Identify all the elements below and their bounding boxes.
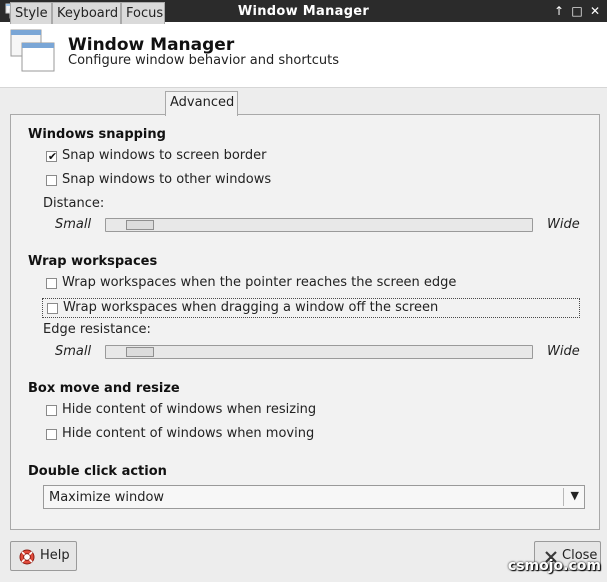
slider-thumb[interactable] (126, 220, 154, 230)
checkbox-box (46, 405, 57, 416)
watermark-text: csmojo.com (507, 558, 601, 574)
close-window-icon[interactable]: ✕ (588, 4, 602, 18)
slider-thumb[interactable] (126, 347, 154, 357)
checkbox-box: ✔ (46, 150, 58, 163)
checkbox-box (46, 278, 57, 289)
distance-label: Distance: (43, 196, 105, 211)
select-separator (563, 488, 564, 506)
check-mark-icon: ✔ (47, 150, 58, 163)
tab-focus[interactable]: Focus (121, 2, 165, 24)
help-lifebuoy-icon (19, 549, 35, 565)
header-title: Window Manager (68, 35, 235, 55)
checkbox-label: Snap windows to screen border (62, 148, 267, 163)
dropdown-arrow-icon[interactable]: ▼ (571, 489, 579, 502)
tab-label: Advanced (170, 95, 235, 110)
edge-resistance-label: Edge resistance: (43, 322, 151, 337)
resistance-min-label: Small (55, 344, 92, 359)
double-click-action-select[interactable]: Maximize window ▼ (43, 485, 585, 509)
pin-icon[interactable]: ↑ (552, 4, 566, 18)
window-manager-icon (10, 29, 55, 72)
help-button-label: Help (40, 548, 70, 563)
select-value: Maximize window (49, 490, 165, 505)
maximize-icon[interactable]: □ (570, 4, 584, 18)
tab-label: Style (15, 6, 48, 21)
distance-max-label: Wide (547, 217, 580, 232)
distance-min-label: Small (55, 217, 92, 232)
edge-resistance-slider[interactable] (105, 345, 533, 359)
checkbox-box (46, 175, 57, 186)
checkbox-box (47, 303, 58, 314)
tab-keyboard[interactable]: Keyboard (52, 2, 121, 24)
checkbox-label: Wrap workspaces when dragging a window o… (63, 300, 439, 315)
header-subtitle: Configure window behavior and shortcuts (68, 53, 340, 68)
section-title-double-click: Double click action (28, 464, 167, 479)
help-button[interactable]: Help (10, 541, 77, 571)
tab-label: Keyboard (57, 6, 119, 21)
section-title-snapping: Windows snapping (28, 127, 166, 142)
section-title-box: Box move and resize (28, 381, 180, 396)
resistance-max-label: Wide (547, 344, 580, 359)
wrap-dragging-checkbox[interactable]: Wrap workspaces when dragging a window o… (42, 298, 580, 318)
dialog-header: Window Manager Configure window behavior… (0, 22, 607, 88)
checkbox-label: Hide content of windows when resizing (62, 402, 317, 417)
tab-label: Focus (126, 6, 164, 21)
checkbox-label: Wrap workspaces when the pointer reaches… (62, 275, 457, 290)
tab-advanced[interactable]: Advanced (165, 91, 238, 116)
checkbox-box (46, 429, 57, 440)
tab-style[interactable]: Style (10, 2, 52, 24)
checkbox-label: Snap windows to other windows (62, 172, 272, 187)
section-title-wrap: Wrap workspaces (28, 254, 158, 269)
checkbox-label: Hide content of windows when moving (62, 426, 315, 441)
distance-slider[interactable] (105, 218, 533, 232)
